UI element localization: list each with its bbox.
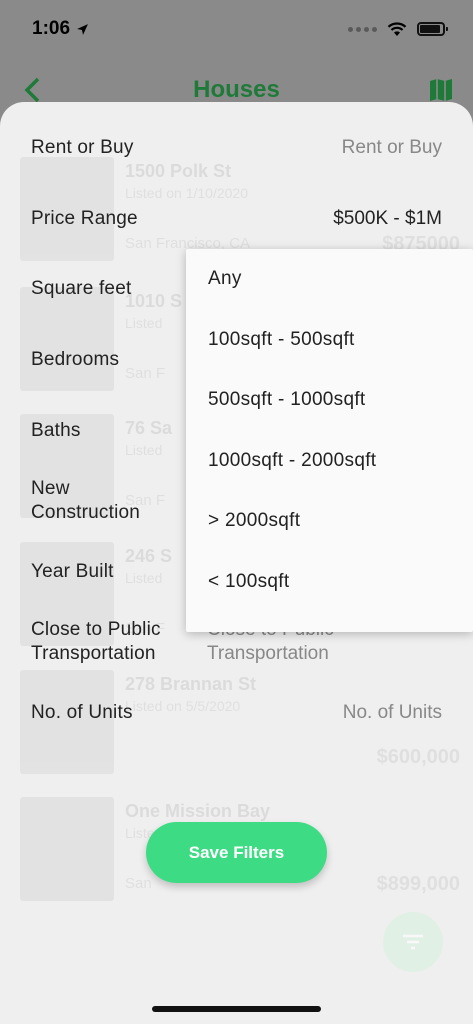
filter-row-units[interactable]: No. of Units No. of Units <box>0 701 473 725</box>
square-feet-dropdown-menu: Any 100sqft - 500sqft 500sqft - 1000sqft… <box>186 249 473 632</box>
filter-label: Baths <box>31 420 81 441</box>
filter-value[interactable]: Rent or Buy <box>342 136 442 160</box>
status-time: 1:06 <box>32 18 89 40</box>
listing-price: $899,000 <box>376 873 460 895</box>
filter-row-rent-or-buy[interactable]: Rent or Buy Rent or Buy <box>0 136 473 160</box>
filter-label: Price Range <box>31 208 138 229</box>
listing-photo <box>20 287 114 391</box>
clock-text: 1:06 <box>32 18 71 39</box>
page-title: Houses <box>193 76 280 103</box>
filter-fab <box>383 912 443 972</box>
listing-address: 1500 Polk St <box>125 161 232 181</box>
filter-label: No. of Units <box>31 702 133 723</box>
filter-row-price-range[interactable]: Price Range $500K - $1M <box>0 207 473 231</box>
filter-label: Rent or Buy <box>31 137 134 158</box>
home-indicator[interactable] <box>152 1006 321 1012</box>
listing-address: 278 Brannan St <box>125 674 257 694</box>
filter-label: New Construction <box>31 478 141 523</box>
dropdown-option-any[interactable]: Any <box>186 249 473 310</box>
listing-city: San <box>125 875 152 892</box>
battery-icon <box>417 22 448 36</box>
wifi-icon <box>387 21 407 36</box>
filter-value[interactable]: No. of Units <box>343 701 442 725</box>
listing-date: Listed <box>125 315 163 331</box>
filter-label: Square feet <box>31 278 132 299</box>
location-arrow-icon <box>77 23 88 35</box>
map-icon[interactable] <box>429 78 453 102</box>
save-filters-button[interactable]: Save Filters <box>146 822 327 883</box>
filter-label: Bedrooms <box>31 349 120 370</box>
dropdown-option-100-500[interactable]: 100sqft - 500sqft <box>186 310 473 371</box>
filter-value[interactable]: $500K - $1M <box>333 207 442 231</box>
dropdown-option-500-1000[interactable]: 500sqft - 1000sqft <box>186 370 473 431</box>
list-item: 278 Brannan St Listed on 5/5/2020 $600,0… <box>20 670 460 780</box>
filter-label: Year Built <box>31 561 114 582</box>
filter-label: Close to Public Transportation <box>31 619 161 664</box>
filter-icon <box>403 934 423 950</box>
status-bar: 1:06 <box>0 0 473 58</box>
cellular-signal-icon <box>348 26 377 32</box>
listing-photo <box>20 797 114 901</box>
listing-date: Listed on 1/10/2020 <box>125 185 248 201</box>
dropdown-option-over-2000[interactable]: > 2000sqft <box>186 491 473 552</box>
dropdown-option-1000-2000[interactable]: 1000sqft - 2000sqft <box>186 431 473 492</box>
listing-address: One Mission Bay <box>125 801 271 821</box>
listing-price: $600,000 <box>376 746 460 768</box>
dropdown-option-under-100[interactable]: < 100sqft <box>186 552 473 613</box>
status-icons <box>348 21 448 37</box>
listing-date: Listed <box>125 442 163 458</box>
